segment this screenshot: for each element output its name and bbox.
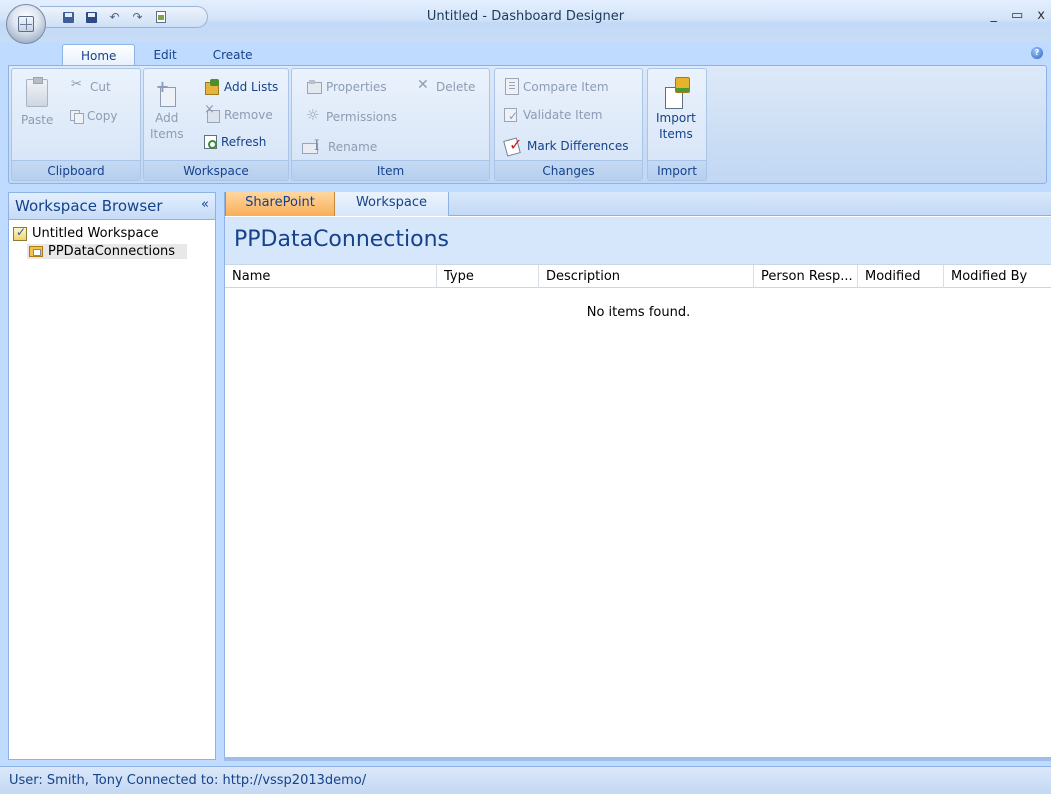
maximize-button[interactable]: ▭ — [1011, 8, 1023, 23]
tree-item-label: Untitled Workspace — [32, 226, 159, 241]
copy-button[interactable]: Copy — [70, 109, 118, 124]
status-bar: User: Smith, Tony Connected to: http://v… — [0, 766, 1051, 794]
add-items-button[interactable]: Add Items — [150, 77, 184, 141]
tab-edit[interactable]: Edit — [135, 44, 194, 66]
rename-label: Rename — [328, 140, 378, 154]
copy-icon — [70, 109, 84, 124]
workspace-browser-header: Workspace Browser « — [9, 193, 215, 220]
clipboard-group-label: Clipboard — [12, 160, 140, 180]
paste-icon — [26, 77, 49, 107]
office-logo-icon — [18, 16, 34, 32]
refresh-icon — [204, 135, 217, 149]
close-button[interactable]: x — [1037, 8, 1045, 23]
copy-label: Copy — [87, 109, 118, 123]
compare-item-icon — [505, 78, 519, 95]
changes-group-label: Changes — [495, 160, 642, 180]
ribbon-tabs: Home Edit Create — [62, 44, 271, 66]
ribbon: Paste Cut Copy Clipboard Add Items Add L… — [8, 65, 1047, 184]
column-header-modified[interactable]: Modified — [858, 265, 944, 288]
paste-button[interactable]: Paste — [21, 77, 54, 127]
remove-label: Remove — [224, 108, 273, 122]
permissions-button[interactable]: Permissions — [306, 106, 397, 125]
office-button[interactable] — [6, 4, 46, 44]
window-title: Untitled - Dashboard Designer — [426, 9, 625, 24]
changes-group: Compare Item Validate Item Mark Differen… — [494, 68, 643, 181]
remove-button[interactable]: Remove — [204, 102, 273, 123]
import-items-button[interactable]: Import Items — [656, 77, 696, 141]
cut-label: Cut — [90, 80, 111, 94]
delete-button[interactable]: Delete — [416, 77, 476, 95]
workspace-icon — [13, 225, 27, 241]
grid-header: Name Type Description Person Resp... Mod… — [225, 264, 1051, 288]
minimize-button[interactable]: _ — [991, 8, 998, 23]
workspace-browser-title: Workspace Browser — [15, 197, 163, 215]
tab-home[interactable]: Home — [62, 44, 136, 66]
window-controls: _ ▭ x — [991, 8, 1046, 23]
folder-icon — [29, 246, 43, 257]
compare-item-button[interactable]: Compare Item — [505, 78, 609, 95]
add-lists-label: Add Lists — [224, 80, 279, 94]
add-items-icon — [156, 77, 178, 109]
mark-differences-button[interactable]: Mark Differences — [503, 135, 629, 155]
clipboard-group: Paste Cut Copy Clipboard — [11, 68, 141, 181]
item-group-label: Item — [292, 160, 489, 180]
validate-item-button[interactable]: Validate Item — [503, 107, 603, 123]
column-header-name[interactable]: Name — [225, 265, 437, 288]
panel-bottom-border — [224, 757, 1051, 761]
tree-item-ppdataconnections[interactable]: PPDataConnections — [27, 244, 188, 259]
column-header-description[interactable]: Description — [539, 265, 754, 288]
rename-icon — [302, 138, 324, 155]
properties-button[interactable]: Properties — [306, 79, 387, 95]
main-panel: SharePoint Workspace PPDataConnections N… — [224, 192, 1051, 760]
paste-label: Paste — [21, 113, 54, 127]
import-group: Import Items Import — [647, 68, 707, 181]
import-items-label-1: Import — [656, 111, 696, 125]
mark-differences-label: Mark Differences — [527, 139, 629, 153]
add-lists-icon — [204, 79, 220, 95]
workspace-group: Add Items Add Lists Remove Refresh Works… — [143, 68, 289, 181]
import-items-icon — [662, 77, 690, 109]
delete-label: Delete — [436, 80, 476, 94]
column-header-person-responsible[interactable]: Person Resp... — [754, 265, 858, 288]
import-items-label-2: Items — [659, 127, 693, 141]
add-lists-button[interactable]: Add Lists — [204, 79, 278, 95]
workspace-browser: Workspace Browser « Untitled Workspace P… — [8, 192, 216, 760]
item-group: Properties Delete Permissions Rename Ite… — [291, 68, 490, 181]
compare-item-label: Compare Item — [523, 79, 609, 94]
cut-button[interactable]: Cut — [70, 77, 111, 95]
cut-icon — [70, 77, 86, 95]
column-header-modified-by[interactable]: Modified By — [944, 265, 1051, 288]
page-title: PPDataConnections — [234, 227, 450, 252]
help-icon[interactable]: ? — [1031, 47, 1043, 59]
delete-icon — [416, 77, 432, 95]
refresh-label: Refresh — [221, 135, 267, 149]
title-bar: ↶ ↷ Untitled - Dashboard Designer _ ▭ x — [0, 0, 1051, 44]
refresh-button[interactable]: Refresh — [204, 135, 266, 149]
permissions-label: Permissions — [326, 110, 397, 124]
add-items-label-1: Add — [155, 111, 179, 125]
empty-message: No items found. — [586, 305, 691, 320]
tree-item-label: PPDataConnections — [48, 244, 176, 259]
add-items-label-2: Items — [150, 127, 184, 141]
tab-workspace[interactable]: Workspace — [335, 192, 449, 216]
properties-label: Properties — [326, 80, 387, 94]
validate-item-label: Validate Item — [523, 108, 603, 122]
validate-item-icon — [503, 107, 519, 123]
panel-title-area: PPDataConnections — [225, 217, 1051, 264]
workspace-group-label: Workspace — [144, 160, 288, 180]
tab-sharepoint[interactable]: SharePoint — [225, 192, 335, 216]
collapse-button[interactable]: « — [201, 197, 209, 212]
mark-differences-icon — [503, 135, 523, 155]
tab-create[interactable]: Create — [195, 44, 271, 66]
tree-item-untitled-workspace[interactable]: Untitled Workspace — [13, 225, 159, 241]
permissions-icon — [306, 106, 322, 125]
import-group-label: Import — [648, 160, 706, 180]
column-header-type[interactable]: Type — [437, 265, 539, 288]
properties-icon — [306, 79, 322, 95]
document-tabs: SharePoint Workspace — [225, 192, 1051, 216]
rename-button[interactable]: Rename — [302, 138, 378, 155]
remove-icon — [204, 102, 220, 123]
